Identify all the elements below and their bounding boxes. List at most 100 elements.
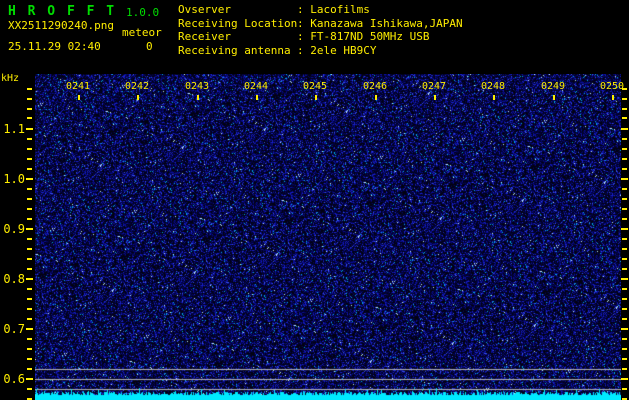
x-axis-tick — [197, 95, 199, 100]
spectrogram-plot — [35, 74, 621, 400]
x-axis-tick — [434, 95, 436, 100]
info-value: : Kanazawa Ishikawa,JAPAN — [297, 16, 463, 30]
info-value: : 2ele HB9CY — [297, 43, 377, 57]
y-minor-tick-left — [27, 248, 32, 250]
y-minor-tick-left — [27, 117, 32, 119]
info-row-3: Receiving antenna : 2ele HB9CY — [178, 44, 463, 58]
x-axis-label: 0246 — [362, 81, 388, 92]
y-minor-tick-right — [622, 188, 627, 190]
info-value: : Lacofilms — [297, 3, 370, 16]
x-axis-tick — [78, 95, 80, 100]
y-minor-tick-right — [622, 268, 627, 270]
y-major-tick-left — [26, 278, 33, 280]
x-axis-label: 0245 — [302, 81, 328, 92]
y-minor-tick-left — [27, 258, 32, 260]
y-axis-label: 0.9 — [3, 222, 25, 236]
y-minor-tick-left — [27, 168, 32, 170]
y-minor-tick-left — [27, 338, 32, 340]
y-minor-tick-left — [27, 148, 32, 150]
y-major-tick-left — [26, 128, 33, 130]
y-major-tick-left — [26, 178, 33, 180]
x-axis-tick — [493, 95, 495, 100]
hrofft-window: H R O F F T 1.0.0 XX2511290240.png meteo… — [0, 0, 629, 400]
y-axis-unit-label: kHz — [1, 73, 20, 84]
y-minor-tick-left — [27, 298, 32, 300]
y-minor-tick-left — [27, 268, 32, 270]
y-minor-tick-left — [27, 138, 32, 140]
x-axis-label: 0247 — [421, 81, 447, 92]
mode-label: meteor — [122, 26, 162, 39]
y-minor-tick-right — [622, 368, 627, 370]
y-minor-tick-right — [622, 98, 627, 100]
y-minor-tick-left — [27, 288, 32, 290]
y-minor-tick-right — [622, 338, 627, 340]
y-axis-label: 1.0 — [3, 172, 25, 186]
y-major-tick-right — [621, 228, 628, 230]
y-minor-tick-right — [622, 248, 627, 250]
y-minor-tick-right — [622, 158, 627, 160]
x-axis-tick — [137, 95, 139, 100]
y-minor-tick-left — [27, 188, 32, 190]
y-minor-tick-right — [622, 198, 627, 200]
station-info-block: Ovserver: Lacofilms Receiving Location: K… — [178, 3, 463, 57]
y-minor-tick-left — [27, 348, 32, 350]
y-minor-tick-right — [622, 168, 627, 170]
info-label: Receiving antenna — [178, 43, 291, 57]
y-major-tick-right — [621, 278, 628, 280]
y-minor-tick-left — [27, 208, 32, 210]
y-minor-tick-right — [622, 117, 627, 119]
y-axis-label: 0.7 — [3, 322, 25, 336]
x-axis-label: 0241 — [65, 81, 91, 92]
y-major-tick-right — [621, 178, 628, 180]
y-minor-tick-right — [622, 358, 627, 360]
y-major-tick-right — [621, 378, 628, 380]
y-axis-label: 0.6 — [3, 372, 25, 386]
x-axis-label: 0248 — [480, 81, 506, 92]
x-axis-tick — [612, 95, 614, 100]
x-axis-label: 0242 — [124, 81, 150, 92]
x-axis-tick — [315, 95, 317, 100]
info-label: Receiver — [178, 30, 231, 43]
y-axis-label: 0.8 — [3, 272, 25, 286]
y-minor-tick-left — [27, 88, 32, 90]
y-axis-label: 1.1 — [3, 122, 25, 136]
y-minor-tick-left — [27, 368, 32, 370]
x-axis-tick — [256, 95, 258, 100]
y-minor-tick-left — [27, 358, 32, 360]
y-minor-tick-right — [622, 138, 627, 140]
y-minor-tick-right — [622, 348, 627, 350]
y-minor-tick-right — [622, 218, 627, 220]
y-minor-tick-left — [27, 198, 32, 200]
info-row-1: Receiving Location: Kanazawa Ishikawa,JA… — [178, 17, 463, 31]
info-label: Receiving Location — [178, 16, 298, 30]
output-filename: XX2511290240.png — [8, 19, 114, 32]
info-row-0: Ovserver: Lacofilms — [178, 3, 463, 17]
y-minor-tick-right — [622, 298, 627, 300]
x-axis-label: 0243 — [184, 81, 210, 92]
y-major-tick-left — [26, 328, 33, 330]
x-axis-label: 0249 — [540, 81, 566, 92]
app-title: H R O F F T — [8, 4, 117, 19]
x-axis-label: 0244 — [243, 81, 269, 92]
y-minor-tick-right — [622, 238, 627, 240]
y-major-tick-right — [621, 128, 628, 130]
y-minor-tick-right — [622, 148, 627, 150]
info-row-2: Receiver : FT-817ND 50MHz USB — [178, 30, 463, 44]
y-minor-tick-left — [27, 308, 32, 310]
y-minor-tick-left — [27, 158, 32, 160]
x-axis-tick — [375, 95, 377, 100]
info-value: : FT-817ND 50MHz USB — [297, 30, 430, 43]
y-minor-tick-right — [622, 318, 627, 320]
echo-count: 0 — [146, 40, 153, 53]
y-minor-tick-right — [622, 308, 627, 310]
y-minor-tick-left — [27, 98, 32, 100]
y-minor-tick-right — [622, 388, 627, 390]
observation-datetime: 25.11.29 02:40 — [8, 40, 101, 53]
y-minor-tick-left — [27, 108, 32, 110]
y-minor-tick-right — [622, 108, 627, 110]
y-minor-tick-right — [622, 208, 627, 210]
y-minor-tick-left — [27, 238, 32, 240]
x-axis-label: 0250 — [599, 81, 625, 92]
y-minor-tick-left — [27, 218, 32, 220]
y-major-tick-right — [621, 328, 628, 330]
